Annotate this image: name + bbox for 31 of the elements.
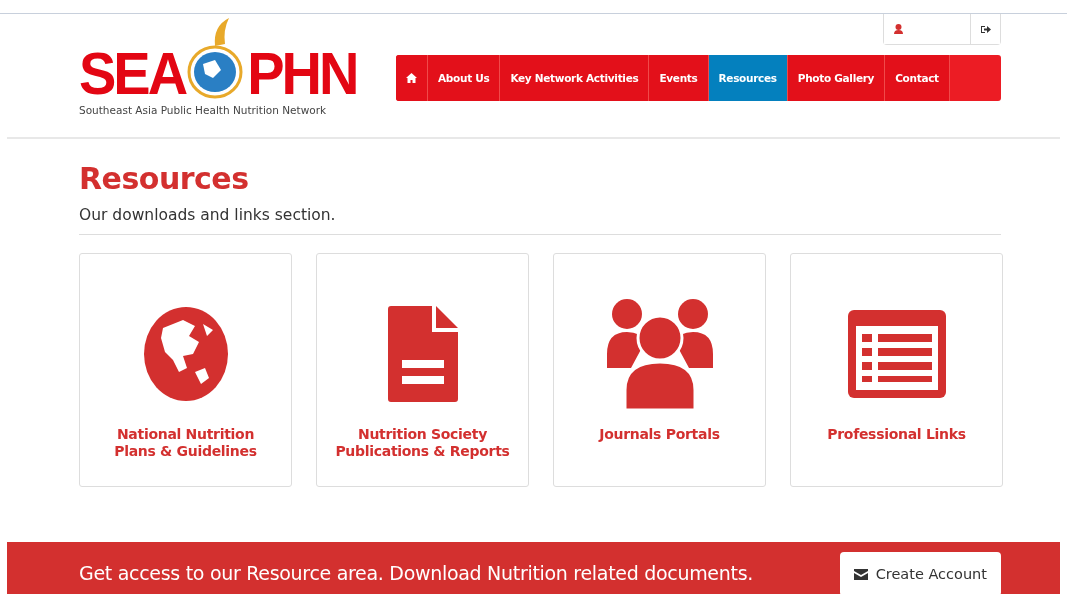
create-account-button[interactable]: Create Account	[839, 552, 1001, 594]
logo-text: SEA	[79, 44, 186, 104]
globe-icon	[142, 306, 229, 402]
logo-tagline: Southeast Asia Public Health Nutrition Network	[79, 104, 328, 116]
card-link[interactable]: National Nutrition Plans & Guidelines	[95, 426, 276, 460]
resource-card[interactable]: Journals Portals	[553, 253, 766, 487]
banner-text: Get access to our Resource area. Download Nutrition related documents.	[79, 562, 753, 584]
logo-text: PHN	[247, 44, 357, 104]
home-icon	[406, 73, 417, 83]
document-icon	[387, 306, 458, 402]
resource-card[interactable]: National Nutrition Plans & Guidelines	[79, 253, 292, 487]
resource-card[interactable]: Professional Links	[790, 253, 1003, 487]
page-title: Resources	[79, 161, 250, 196]
page-subtitle: Our downloads and links section.	[79, 206, 1001, 235]
card-link[interactable]: Journals Portals	[599, 426, 720, 443]
nav-tab[interactable]: Events	[649, 55, 709, 101]
nav-tab[interactable]: Photo Gallery	[787, 55, 886, 101]
sign-out-icon	[980, 24, 991, 34]
card-link[interactable]: Nutrition Society Publications & Reports	[332, 426, 513, 460]
nav-tab[interactable]: Resources	[708, 55, 788, 101]
nav-tab[interactable]: Contact	[885, 55, 950, 101]
list-icon	[847, 310, 946, 398]
resource-card[interactable]: Nutrition Society Publications & Reports	[316, 253, 529, 487]
logout-button[interactable]	[970, 14, 1000, 44]
nav-tab[interactable]: Key Network Activities	[500, 55, 650, 101]
user-icon	[894, 24, 903, 34]
nav-tab[interactable]: About Us	[428, 55, 501, 101]
envelope-icon	[853, 568, 868, 580]
card-link[interactable]: Professional Links	[827, 426, 966, 443]
people-icon	[606, 298, 713, 410]
home-nav-button[interactable]	[396, 55, 428, 101]
